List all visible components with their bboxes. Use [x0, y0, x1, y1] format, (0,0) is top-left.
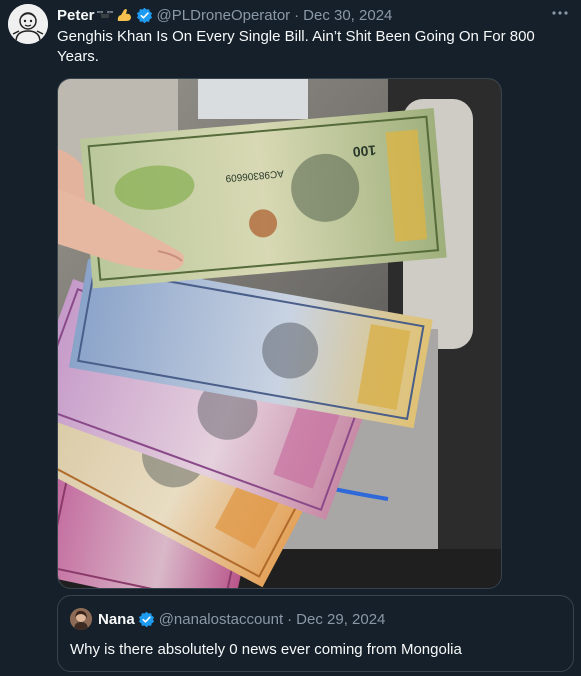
tweet[interactable]: Peter @PLDroneOperator · Dec 30, 2024 Ge… [0, 0, 581, 676]
quoted-verified-badge-icon[interactable] [138, 611, 155, 628]
tweet-media-photo[interactable]: AC98306609 100 [57, 78, 502, 589]
quoted-display-name[interactable]: Nana [98, 611, 135, 628]
banknote-value-label: 100 [352, 142, 377, 160]
quoted-tweet[interactable]: Nana @nanalostaccount · Dec 29, 2024 Why… [57, 595, 574, 672]
avatar[interactable] [8, 4, 48, 44]
quoted-separator-dot: · [287, 610, 293, 628]
more-options-icon[interactable] [549, 6, 571, 20]
tweet-header: Peter @PLDroneOperator · Dec 30, 2024 [57, 5, 545, 25]
quoted-avatar[interactable] [70, 608, 92, 630]
tweet-text: Genghis Khan Is On Every Single Bill. Ai… [57, 28, 535, 65]
quoted-date[interactable]: Dec 29, 2024 [296, 611, 385, 628]
separator-dot: · [294, 6, 300, 24]
drone-emoji-icon [96, 7, 114, 23]
bicep-emoji-icon [115, 7, 133, 23]
quoted-tweet-text: Why is there absolutely 0 news ever comi… [70, 641, 462, 658]
quoted-tweet-header: Nana @nanalostaccount · Dec 29, 2024 [70, 608, 385, 630]
avatar-image [8, 4, 48, 44]
tweet-date[interactable]: Dec 30, 2024 [303, 7, 392, 24]
verified-badge-icon[interactable] [136, 7, 153, 24]
handle[interactable]: @PLDroneOperator [157, 7, 291, 24]
banknotes-photo: AC98306609 100 [58, 79, 501, 588]
display-name[interactable]: Peter [57, 7, 95, 24]
quoted-handle[interactable]: @nanalostaccount [159, 611, 283, 628]
